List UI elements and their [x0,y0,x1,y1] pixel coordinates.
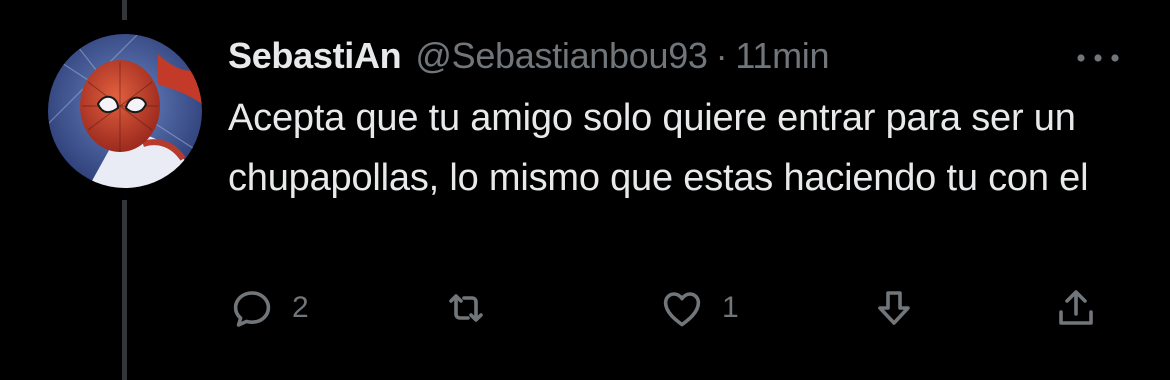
more-dots-icon [1077,54,1119,62]
thread-line-top [122,0,127,20]
reply-count: 2 [292,291,309,324]
like-button[interactable]: 1 [658,280,739,336]
tweet-text: Acepta que tu amigo solo quiere entrar p… [228,97,1089,199]
share-icon [1059,290,1093,325]
tweet-header: SebastiAn @Sebastianbou93 · 11min [228,34,830,78]
reply-icon [233,291,271,327]
separator-dot: · [715,35,728,76]
avatar[interactable] [48,34,202,188]
retweet-button[interactable] [442,280,506,336]
reply-button[interactable]: 2 [228,280,309,336]
like-count: 1 [722,291,739,324]
more-options-button[interactable] [1068,38,1128,78]
display-name[interactable]: SebastiAn [228,35,402,77]
spiderman-avatar-image [48,34,202,188]
heart-icon [663,292,701,327]
retweet-icon [449,294,483,322]
arrow-down-icon [878,291,910,325]
timestamp[interactable]: 11min [735,35,829,77]
tweet-actions: 2 1 [0,280,1170,336]
share-button[interactable] [1052,280,1100,336]
save-button[interactable] [870,280,918,336]
user-handle[interactable]: @Sebastianbou93 [415,35,708,77]
